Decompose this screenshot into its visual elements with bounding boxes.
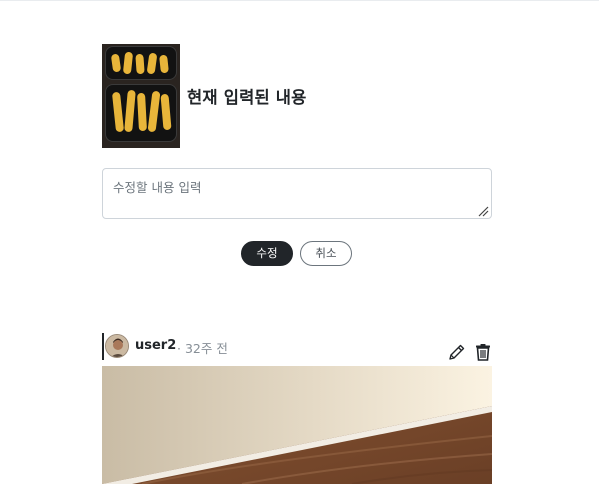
post-image[interactable] [102, 366, 492, 484]
current-content-row: 현재 입력된 내용 [102, 44, 307, 148]
pencil-icon[interactable] [447, 342, 467, 362]
post-time: · 32주 전 [177, 341, 228, 356]
top-divider [0, 0, 599, 1]
post-header-bar [102, 333, 104, 360]
post-header: user2 · 32주 전 [102, 333, 492, 361]
resize-grip-icon[interactable] [478, 206, 489, 217]
edit-content-textarea[interactable] [102, 168, 492, 219]
post-author[interactable]: user2 [135, 338, 176, 353]
avatar[interactable] [105, 334, 129, 358]
post-thumbnail [102, 44, 180, 148]
submit-edit-button[interactable]: 수정 [241, 241, 293, 266]
current-content-text: 현재 입력된 내용 [187, 88, 307, 107]
cancel-button[interactable]: 취소 [300, 241, 352, 266]
trash-icon[interactable] [473, 342, 493, 362]
